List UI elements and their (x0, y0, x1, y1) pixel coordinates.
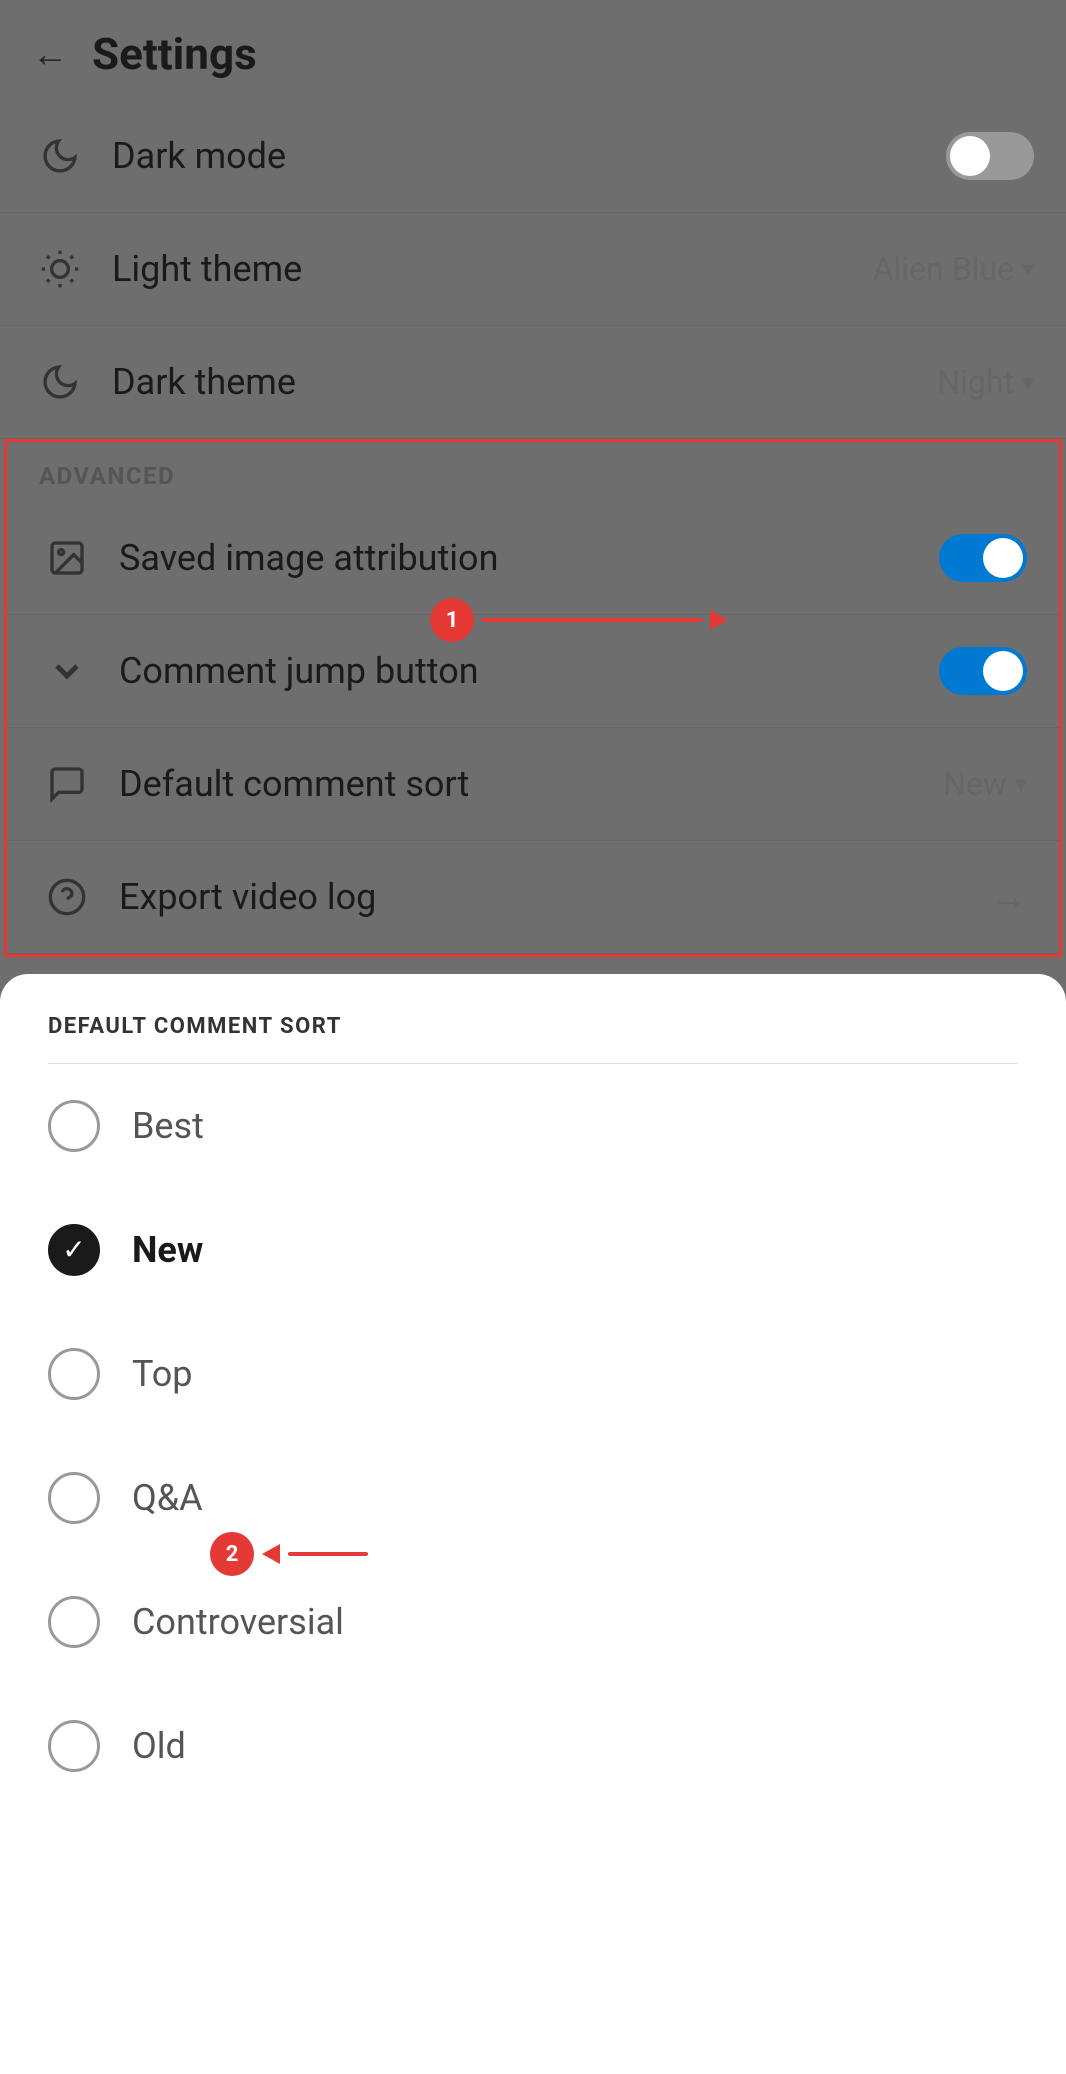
radio-old (48, 1720, 100, 1772)
saved-image-toggle[interactable] (939, 534, 1027, 582)
light-theme-value[interactable]: Alien Blue ▾ (873, 250, 1034, 288)
light-theme-row[interactable]: Light theme Alien Blue ▾ (0, 213, 1066, 326)
default-comment-sort-row[interactable]: Default comment sort New ▾ (7, 728, 1059, 841)
advanced-section: ADVANCED Saved image attribution Comment… (4, 439, 1062, 957)
sort-label-old: Old (132, 1725, 186, 1767)
sort-option-best[interactable]: Best (0, 1064, 1066, 1188)
question-icon (39, 869, 95, 925)
comment-jump-row[interactable]: Comment jump button (7, 615, 1059, 728)
default-comment-sort-label: Default comment sort (119, 763, 943, 805)
dark-theme-value[interactable]: Night ▾ (937, 363, 1034, 401)
sort-option-qa[interactable]: Q&A (0, 1436, 1066, 1560)
default-comment-sort-chevron: ▾ (1015, 770, 1027, 798)
dark-theme-chevron: ▾ (1022, 368, 1034, 396)
comment-jump-toggle[interactable] (939, 647, 1027, 695)
dark-theme-label: Dark theme (112, 361, 937, 403)
radio-best (48, 1100, 100, 1152)
sort-label-best: Best (132, 1105, 204, 1147)
saved-image-label: Saved image attribution (119, 537, 939, 579)
sort-label-top: Top (132, 1353, 193, 1395)
sort-label-controversial: Controversial (132, 1601, 344, 1643)
settings-header: ← Settings (0, 0, 1066, 100)
sort-label-new: New (132, 1229, 203, 1271)
light-theme-label: Light theme (112, 248, 873, 290)
bottom-sheet-title: DEFAULT COMMENT SORT (0, 974, 1066, 1063)
dark-mode-row[interactable]: Dark mode (0, 100, 1066, 213)
radio-controversial (48, 1596, 100, 1648)
sort-option-controversial[interactable]: Controversial (0, 1560, 1066, 1684)
dark-mode-label: Dark mode (112, 135, 946, 177)
toggle-knob (950, 136, 990, 176)
radio-top (48, 1348, 100, 1400)
sort-option-top[interactable]: Top (0, 1312, 1066, 1436)
default-comment-sort-value[interactable]: New ▾ (943, 765, 1027, 803)
radio-qa (48, 1472, 100, 1524)
saved-image-attribution-row[interactable]: Saved image attribution (7, 502, 1059, 615)
dark-mode-toggle[interactable] (946, 132, 1034, 180)
light-theme-chevron: ▾ (1022, 255, 1034, 283)
page-title: Settings (92, 28, 257, 80)
toggle-knob-2 (983, 538, 1023, 578)
sort-option-old[interactable]: Old (0, 1684, 1066, 1808)
image-icon (39, 530, 95, 586)
radio-check-new: ✓ (62, 1236, 85, 1264)
sun-icon (32, 241, 88, 297)
export-video-log-label: Export video log (119, 876, 991, 918)
radio-new: ✓ (48, 1224, 100, 1276)
moon-icon (32, 128, 88, 184)
dark-theme-row[interactable]: Dark theme Night ▾ (0, 326, 1066, 439)
toggle-knob-3 (983, 651, 1023, 691)
comment-jump-label: Comment jump button (119, 650, 939, 692)
bottom-sheet: DEFAULT COMMENT SORT Best ✓ New Top Q&A … (0, 974, 1066, 2074)
export-video-log-row[interactable]: Export video log → (7, 841, 1059, 954)
export-video-log-arrow: → (991, 876, 1027, 918)
advanced-label: ADVANCED (7, 442, 1059, 502)
back-button[interactable]: ← (32, 33, 68, 75)
crescent-icon (32, 354, 88, 410)
sort-option-new[interactable]: ✓ New (0, 1188, 1066, 1312)
sort-label-qa: Q&A (132, 1477, 203, 1519)
chevron-down-icon (39, 643, 95, 699)
comment-icon (39, 756, 95, 812)
